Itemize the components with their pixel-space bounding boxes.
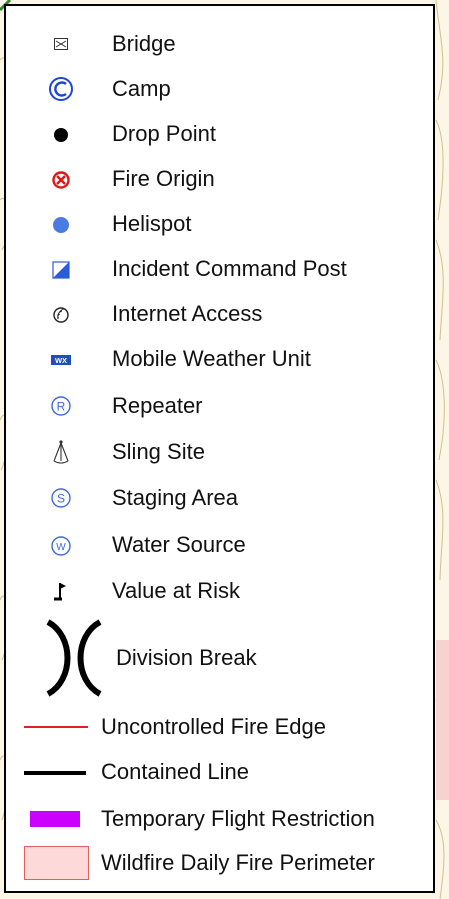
repeater-letter: R bbox=[57, 400, 66, 414]
legend-label: Bridge bbox=[112, 31, 176, 56]
division-break-icon bbox=[44, 618, 104, 698]
legend-label: Division Break bbox=[116, 645, 257, 670]
repeater-icon: R bbox=[36, 386, 86, 426]
legend-item-uncontrolled-fire-edge: Uncontrolled Fire Edge bbox=[6, 707, 433, 747]
staging-area-icon: S bbox=[36, 478, 86, 518]
uncontrolled-fire-edge-line bbox=[22, 707, 102, 747]
legend-item-camp: Camp bbox=[6, 69, 433, 109]
legend-label: Sling Site bbox=[112, 439, 205, 464]
legend-item-fire-origin: Fire Origin bbox=[6, 159, 433, 199]
legend-item-water-source: W Water Source bbox=[6, 525, 433, 565]
temporary-flight-restriction-swatch bbox=[22, 799, 102, 839]
legend-item-wildfire-daily-fire-perimeter: Wildfire Daily Fire Perimeter bbox=[6, 843, 433, 883]
legend-item-temporary-flight-restriction: Temporary Flight Restriction bbox=[6, 799, 433, 839]
legend-item-bridge: Bridge bbox=[6, 24, 433, 64]
legend-label: Wildfire Daily Fire Perimeter bbox=[101, 850, 375, 875]
legend-item-internet-access: Internet Access bbox=[6, 294, 433, 334]
weather-unit-text: WX bbox=[55, 356, 67, 365]
legend-label: Mobile Weather Unit bbox=[112, 346, 311, 371]
legend-item-sling-site: Sling Site bbox=[6, 432, 433, 472]
legend-item-staging-area: S Staging Area bbox=[6, 478, 433, 518]
legend-item-division-break: Division Break bbox=[6, 618, 433, 698]
legend-item-helispot: Helispot bbox=[6, 204, 433, 244]
legend-label: Value at Risk bbox=[112, 578, 240, 603]
helispot-icon bbox=[36, 204, 86, 244]
legend-label: Uncontrolled Fire Edge bbox=[101, 714, 327, 739]
legend-item-contained-line: Contained Line bbox=[6, 752, 433, 792]
legend-label: Incident Command Post bbox=[112, 256, 347, 281]
sling-site-icon bbox=[36, 432, 86, 472]
water-letter: W bbox=[56, 542, 66, 553]
legend-item-drop-point: Drop Point bbox=[6, 114, 433, 154]
water-source-icon: W bbox=[36, 525, 86, 565]
legend-label: Contained Line bbox=[101, 759, 250, 784]
legend-label: Drop Point bbox=[112, 121, 216, 146]
internet-access-icon bbox=[36, 294, 86, 334]
drop-point-icon bbox=[36, 114, 86, 154]
legend-label: Repeater bbox=[112, 393, 203, 418]
value-at-risk-icon bbox=[36, 571, 86, 611]
mobile-weather-unit-icon: WX bbox=[36, 339, 86, 379]
legend-label: Staging Area bbox=[112, 485, 238, 510]
legend-label: Temporary Flight Restriction bbox=[101, 806, 375, 831]
legend-label: Water Source bbox=[112, 532, 246, 557]
incident-command-post-icon bbox=[36, 249, 86, 289]
legend-item-value-at-risk: Value at Risk bbox=[6, 571, 433, 611]
legend-label: Internet Access bbox=[112, 301, 263, 326]
wildfire-daily-fire-perimeter-swatch bbox=[22, 843, 102, 883]
legend-item-repeater: R Repeater bbox=[6, 386, 433, 426]
legend-label: Helispot bbox=[112, 211, 192, 236]
staging-letter: S bbox=[57, 492, 65, 506]
legend-item-mobile-weather-unit: WX Mobile Weather Unit bbox=[6, 339, 433, 379]
map-legend: Bridge Camp Drop Point Fire Origin Helis… bbox=[4, 4, 435, 893]
contained-line bbox=[22, 752, 102, 792]
camp-icon bbox=[36, 69, 86, 109]
bridge-icon bbox=[36, 24, 86, 64]
fire-origin-icon bbox=[36, 159, 86, 199]
legend-item-incident-command-post: Incident Command Post bbox=[6, 249, 433, 289]
legend-label: Camp bbox=[112, 76, 171, 101]
legend-label: Fire Origin bbox=[112, 166, 215, 191]
